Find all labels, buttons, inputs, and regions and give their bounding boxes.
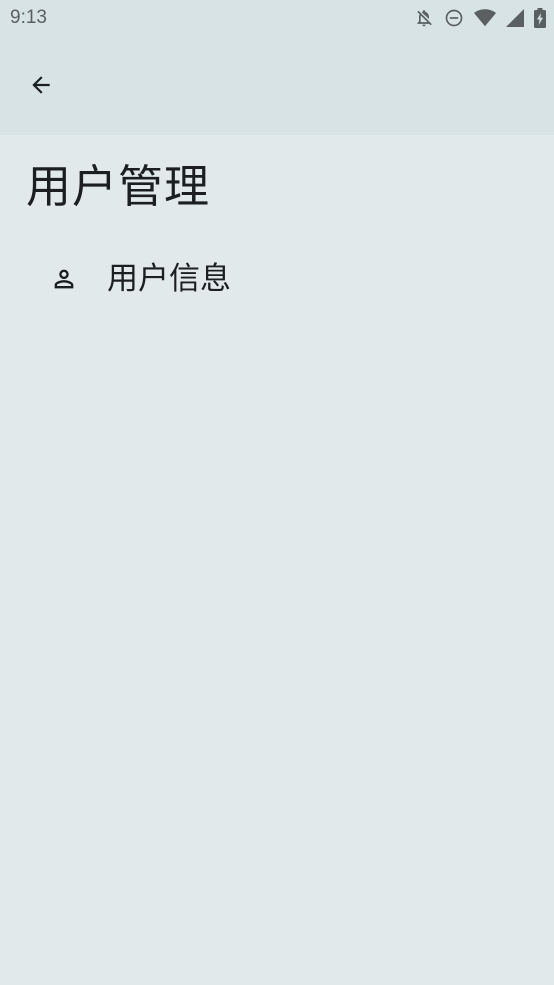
notifications-off-icon bbox=[414, 8, 434, 28]
status-time: 9:13 bbox=[10, 7, 47, 28]
battery-charging-icon bbox=[534, 8, 546, 28]
menu-item-label: 用户信息 bbox=[107, 261, 231, 297]
back-button[interactable] bbox=[17, 63, 65, 111]
status-icons bbox=[414, 8, 546, 28]
person-icon bbox=[50, 265, 78, 293]
wifi-icon bbox=[474, 8, 496, 28]
do-not-disturb-icon bbox=[444, 8, 464, 28]
cellular-signal-icon bbox=[506, 9, 524, 27]
status-bar: 9:13 bbox=[0, 0, 554, 36]
app-bar bbox=[0, 36, 554, 135]
page-title: 用户管理 bbox=[26, 160, 211, 213]
menu-item-user-info[interactable]: 用户信息 bbox=[0, 248, 554, 310]
arrow-back-icon bbox=[28, 72, 54, 102]
